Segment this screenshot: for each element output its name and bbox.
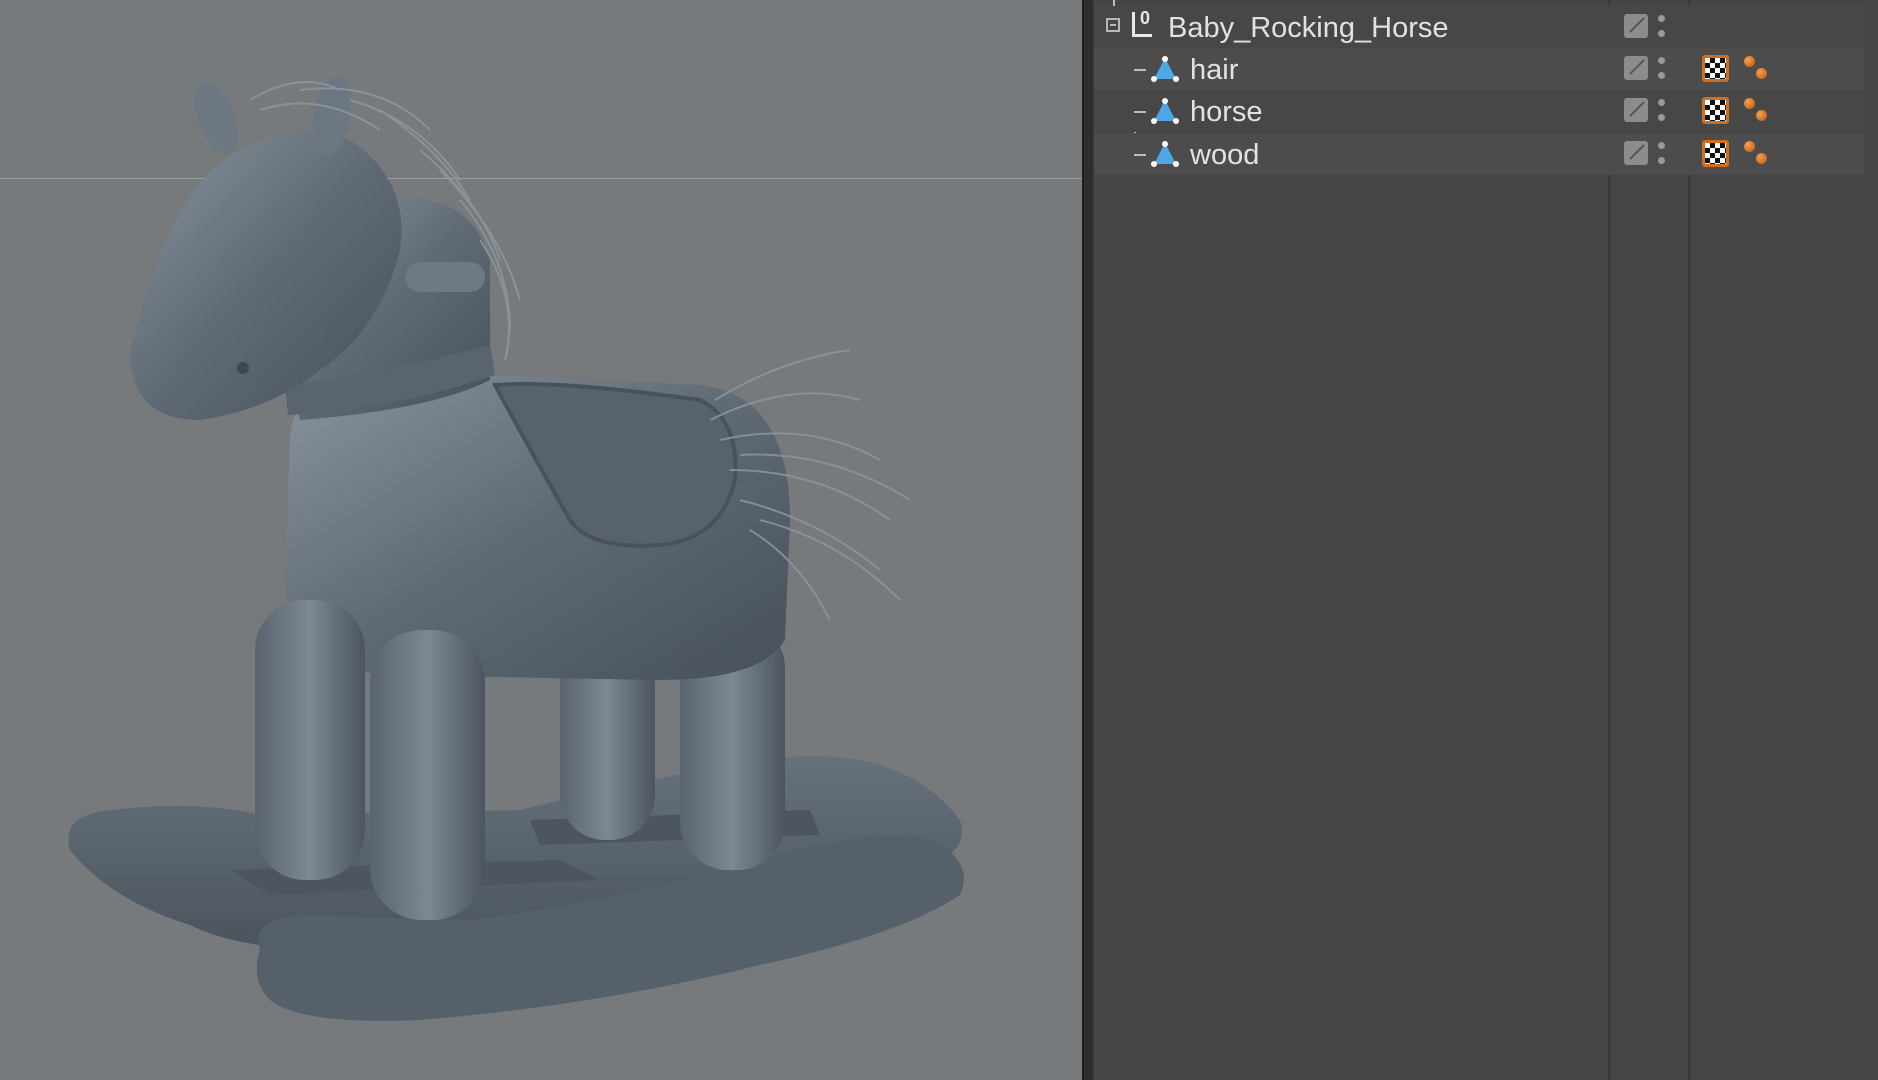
horse-ear-left: [194, 81, 238, 155]
material-tag-icon[interactable]: [1702, 97, 1729, 124]
phong-tag-icon[interactable]: [1742, 139, 1774, 171]
horse-handle: [405, 262, 485, 292]
polygon-object-icon: [1151, 56, 1179, 82]
leg-front-left: [255, 600, 365, 880]
visibility-dots-icon[interactable]: [1656, 139, 1666, 169]
object-row-horse[interactable]: horse: [1094, 90, 1864, 132]
horse-eye: [237, 362, 249, 374]
object-name[interactable]: Baby_Rocking_Horse: [1168, 13, 1448, 43]
leg-front-right: [370, 630, 485, 920]
object-name[interactable]: hair: [1190, 55, 1238, 85]
polygon-object-icon: [1151, 98, 1179, 124]
visibility-dots-icon[interactable]: [1656, 96, 1666, 126]
rocking-horse-model[interactable]: [0, 0, 1082, 1080]
null-object-icon: 0: [1132, 8, 1160, 40]
layer-icon[interactable]: [1624, 141, 1648, 165]
cinema4d-window: 0 Baby_Rocking_Horse hair horse wood: [0, 0, 1878, 1080]
object-name[interactable]: wood: [1190, 140, 1259, 170]
material-tag-icon[interactable]: [1702, 140, 1729, 167]
layer-icon[interactable]: [1624, 98, 1648, 122]
layer-icon[interactable]: [1624, 56, 1648, 80]
visibility-dots-icon[interactable]: [1656, 54, 1666, 84]
object-row-hair[interactable]: hair: [1094, 48, 1864, 90]
phong-tag-icon[interactable]: [1742, 96, 1774, 128]
material-tag-icon[interactable]: [1702, 55, 1729, 82]
visibility-dots-icon[interactable]: [1656, 12, 1666, 42]
phong-tag-icon[interactable]: [1742, 54, 1774, 86]
collapse-toggle-icon[interactable]: [1106, 18, 1120, 32]
panel-divider[interactable]: [1082, 0, 1094, 1080]
object-name[interactable]: horse: [1190, 97, 1263, 127]
object-row-wood[interactable]: wood: [1094, 133, 1864, 175]
layer-icon[interactable]: [1624, 14, 1648, 38]
object-manager: 0 Baby_Rocking_Horse hair horse wood: [1094, 0, 1878, 1080]
object-row-baby-rocking-horse[interactable]: 0 Baby_Rocking_Horse: [1094, 6, 1864, 48]
polygon-object-icon: [1151, 141, 1179, 167]
3d-viewport[interactable]: [0, 0, 1082, 1080]
